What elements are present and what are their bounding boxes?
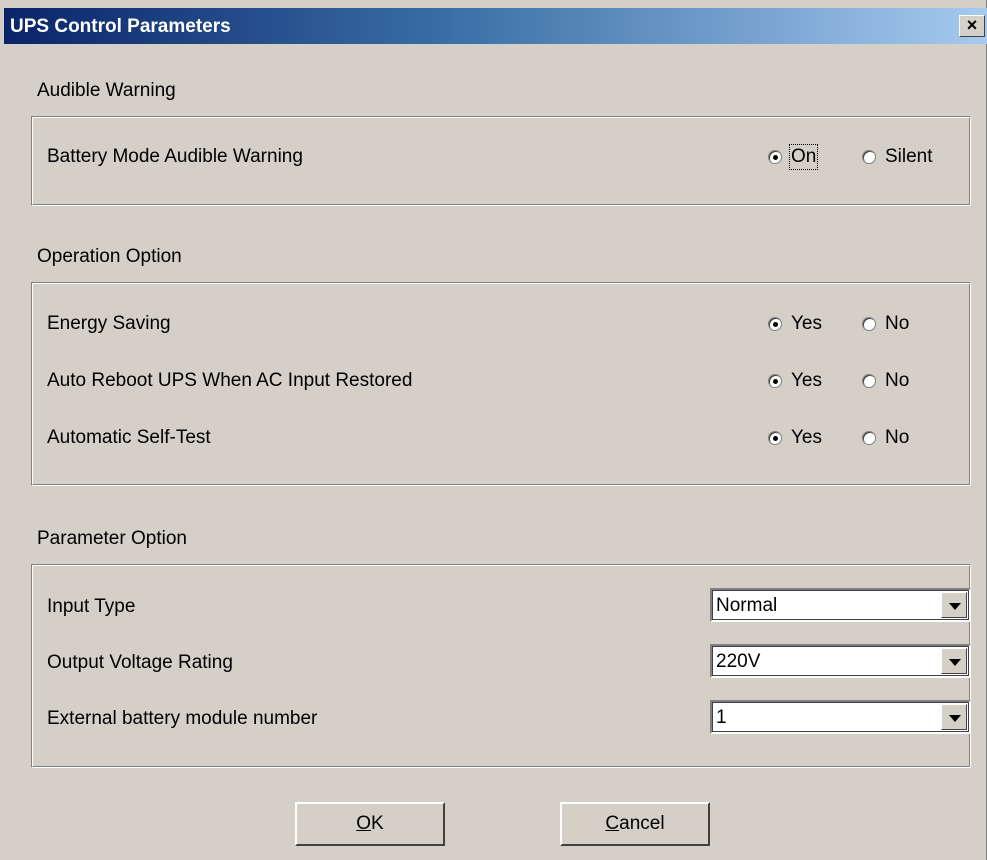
- radio-checked-icon: [768, 150, 782, 164]
- radio-unchecked-icon: [862, 431, 876, 445]
- chevron-down-icon[interactable]: [941, 704, 967, 730]
- self-test-label: Automatic Self-Test: [47, 427, 211, 448]
- radio-label: No: [885, 313, 910, 334]
- radio-label: Yes: [791, 427, 822, 448]
- radio-checked-icon: [768, 431, 782, 445]
- output-voltage-select[interactable]: 220V: [710, 644, 971, 678]
- radio-label: Yes: [791, 313, 822, 334]
- audible-warning-heading: Audible Warning: [37, 80, 176, 101]
- radio-unchecked-icon: [862, 150, 876, 164]
- radio-label: On: [788, 144, 819, 170]
- auto-reboot-yes-radio[interactable]: Yes: [768, 370, 822, 392]
- chevron-down-icon[interactable]: [941, 648, 967, 674]
- radio-checked-icon: [768, 317, 782, 331]
- cancel-mnemonic: C: [605, 813, 620, 834]
- ok-button[interactable]: OK: [295, 802, 445, 846]
- parameter-option-heading: Parameter Option: [37, 528, 187, 549]
- energy-saving-label: Energy Saving: [47, 313, 171, 334]
- radio-unchecked-icon: [862, 317, 876, 331]
- self-test-yes-radio[interactable]: Yes: [768, 427, 822, 449]
- radio-label: No: [885, 427, 910, 448]
- battery-warning-silent-radio[interactable]: Silent: [862, 146, 933, 168]
- radio-label: Yes: [791, 370, 822, 391]
- chevron-down-icon[interactable]: [941, 592, 967, 618]
- select-value: 1: [716, 707, 727, 728]
- energy-saving-yes-radio[interactable]: Yes: [768, 313, 822, 335]
- cancel-button[interactable]: Cancel: [560, 802, 710, 846]
- radio-label: Silent: [885, 146, 933, 167]
- battery-module-label: External battery module number: [47, 708, 318, 729]
- dialog-title: UPS Control Parameters: [10, 16, 231, 37]
- select-value: Normal: [716, 595, 778, 616]
- input-type-select[interactable]: Normal: [710, 588, 971, 622]
- battery-mode-warning-label: Battery Mode Audible Warning: [47, 146, 303, 167]
- operation-option-heading: Operation Option: [37, 246, 182, 267]
- auto-reboot-label: Auto Reboot UPS When AC Input Restored: [47, 370, 413, 391]
- title-bar[interactable]: UPS Control Parameters ×: [4, 8, 987, 44]
- cancel-label: ancel: [619, 813, 665, 834]
- radio-label: No: [885, 370, 910, 391]
- battery-warning-on-radio[interactable]: On: [768, 144, 819, 170]
- output-voltage-label: Output Voltage Rating: [47, 652, 233, 673]
- select-value: 220V: [716, 651, 761, 672]
- self-test-no-radio[interactable]: No: [862, 427, 909, 449]
- ups-control-dialog: UPS Control Parameters × Audible Warning…: [0, 0, 987, 860]
- radio-checked-icon: [768, 374, 782, 388]
- radio-unchecked-icon: [862, 374, 876, 388]
- energy-saving-no-radio[interactable]: No: [862, 313, 909, 335]
- auto-reboot-no-radio[interactable]: No: [862, 370, 909, 392]
- battery-module-select[interactable]: 1: [710, 700, 971, 734]
- input-type-label: Input Type: [47, 596, 136, 617]
- close-icon[interactable]: ×: [959, 15, 985, 37]
- ok-label: K: [371, 813, 384, 834]
- ok-mnemonic: O: [356, 813, 372, 834]
